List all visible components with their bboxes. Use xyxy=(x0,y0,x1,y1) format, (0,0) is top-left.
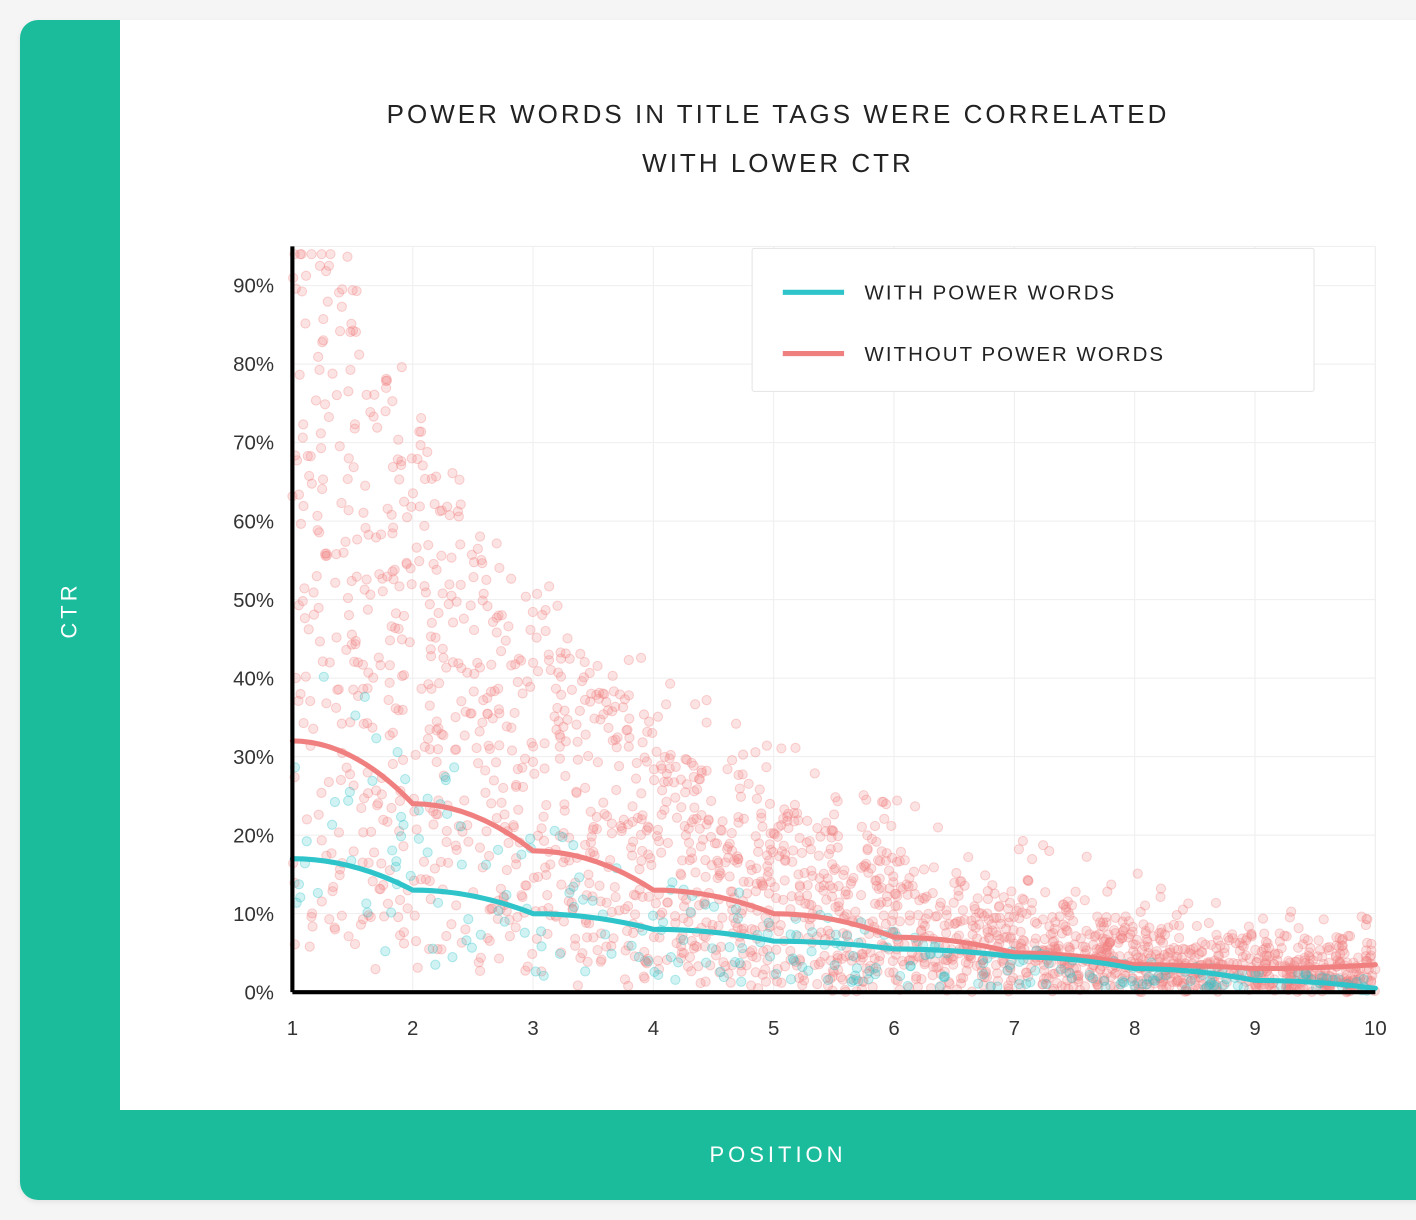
x-tick-label: 3 xyxy=(527,1018,538,1040)
legend-series-1: WITH POWER WORDS xyxy=(865,282,1117,304)
x-tick-label: 1 xyxy=(287,1018,298,1040)
y-tick-label: 60% xyxy=(233,511,274,533)
x-tick-label: 7 xyxy=(1009,1018,1020,1040)
y-tick-label: 20% xyxy=(233,825,274,847)
x-axis-label: POSITION xyxy=(709,1142,846,1168)
y-tick-label: 40% xyxy=(233,668,274,690)
chart-title-line-2: WITH LOWER CTR xyxy=(642,148,914,178)
x-axis-bar: POSITION xyxy=(120,1110,1416,1200)
y-axis-label: CTR xyxy=(57,581,83,638)
y-tick-label: 30% xyxy=(233,747,274,769)
chart-title-line-1: POWER WORDS IN TITLE TAGS WERE CORRELATE… xyxy=(387,99,1170,129)
x-tick-label: 4 xyxy=(648,1018,659,1040)
x-tick-label: 6 xyxy=(888,1018,899,1040)
x-tick-label: 8 xyxy=(1129,1018,1140,1040)
y-tick-label: 90% xyxy=(233,276,274,298)
x-tick-label: 5 xyxy=(768,1018,779,1040)
x-tick-label: 2 xyxy=(407,1018,418,1040)
x-tick-label: 10 xyxy=(1364,1018,1387,1040)
chart-title: POWER WORDS IN TITLE TAGS WERE CORRELATE… xyxy=(120,20,1416,209)
plot-area: 0% 10% 20% 30% 40% 50% 60% 70% 80% 90% 1 2 3 4 5 6 7 8 9 10… xyxy=(180,230,1406,1080)
x-tick-label: 9 xyxy=(1249,1018,1260,1040)
chart-svg: 0% 10% 20% 30% 40% 50% 60% 70% 80% 90% 1 2 3 4 5 6 7 8 9 10… xyxy=(180,230,1406,1080)
y-axis-bar: CTR xyxy=(20,20,120,1200)
legend: WITH POWER WORDS WITHOUT POWER WORDS xyxy=(752,248,1314,391)
y-tick-label: 50% xyxy=(233,590,274,612)
y-tick-label: 80% xyxy=(233,354,274,376)
chart-card: CTR POWER WORDS IN TITLE TAGS WERE CORRE… xyxy=(20,20,1416,1200)
y-tick-label: 10% xyxy=(233,904,274,926)
y-tick-label: 70% xyxy=(233,433,274,455)
chart-content: POWER WORDS IN TITLE TAGS WERE CORRELATE… xyxy=(120,20,1416,1200)
legend-series-2: WITHOUT POWER WORDS xyxy=(865,344,1166,366)
y-tick-label: 0% xyxy=(244,982,274,1004)
